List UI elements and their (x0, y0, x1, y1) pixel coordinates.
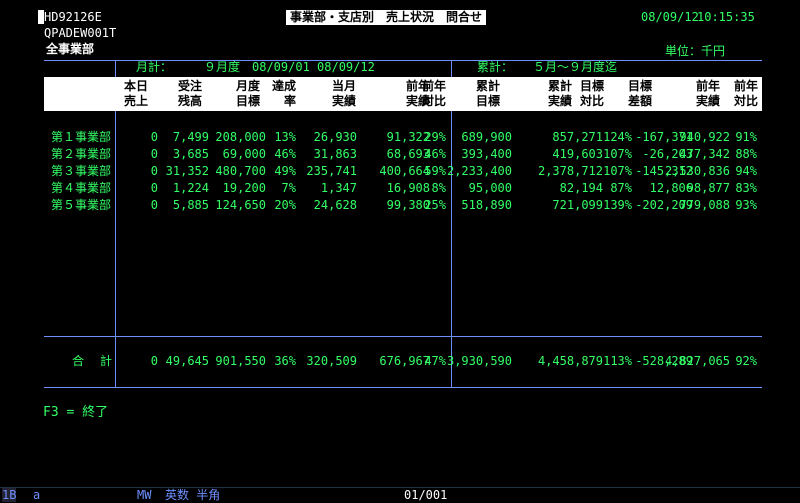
frame-top-line (44, 60, 762, 61)
col-header-month-actual-1: 当月 (331, 79, 356, 93)
current-time: 10:15:35 (697, 10, 755, 24)
total-row-cell: 92% (735, 354, 757, 368)
total-row-cell: 3,930,590 (446, 354, 512, 368)
col-header-month-target-1: 月度 (235, 79, 260, 93)
col-header-backlog-1: 受注 (177, 79, 202, 93)
col-header-cum-target-1: 累計 (475, 79, 500, 93)
col-header-target-diff-1: 目標 (627, 79, 652, 93)
table-row-cell: 689,900 (461, 130, 512, 144)
col-header-prev-cum-ratio-1: 前年 (733, 79, 758, 93)
table-row-cell: 94% (735, 164, 757, 178)
total-row-cell: 320,509 (306, 354, 357, 368)
scope-label: 全事業部 (46, 42, 95, 56)
col-header-prev-cum-actual-1: 前年 (695, 79, 720, 93)
status-page: 01/001 (404, 488, 448, 502)
col-header-prev-cum-ratio-2: 対比 (733, 94, 758, 108)
col-header-backlog-2: 残高 (177, 94, 202, 108)
table-row-cell: 518,890 (461, 198, 512, 212)
col-header-cum-actual-1: 累計 (547, 79, 572, 93)
table-row-cell: 1,347 (320, 181, 357, 195)
table-row-cell: 93% (735, 198, 757, 212)
col-header-cum-actual-2: 実績 (547, 94, 572, 108)
table-row-cell: 88% (735, 147, 757, 161)
cumulative-label: 累計： (477, 60, 514, 74)
col-header-today-sales-1: 本日 (123, 79, 148, 93)
unit-label: 単位：千円 (665, 44, 726, 58)
current-date: 08/09/12 (641, 10, 699, 24)
frame-bottom-line (44, 387, 762, 388)
table-row-cell: 235,741 (306, 164, 357, 178)
table-row-cell: 31,863 (313, 147, 357, 161)
fkey-hint[interactable]: F3 = 終了 (43, 406, 108, 420)
column-header-band: 本日 売上 受注 残高 月度 目標 達成 率 当月 実績 前年 実績 前年 対比… (44, 77, 762, 111)
cumulative-period: ５月～９月度迄 (533, 60, 618, 74)
page-title: 事業部・支店別 売上状況 問合せ (286, 10, 487, 25)
program-id: QPADEW001T (44, 26, 117, 40)
status-bar: 1B a MW 英数 半角 01/001 (0, 487, 800, 503)
table-row-cell: 393,400 (461, 147, 512, 161)
col-header-prev-ratio-2: 対比 (421, 94, 446, 108)
table-row-cell: 83% (735, 181, 757, 195)
col-header-target-diff-2: 差額 (627, 94, 652, 108)
screen-id: HD92126E (44, 10, 102, 24)
status-left: 1B (2, 488, 17, 502)
monthly-period: ９月度 08/09/01 08/09/12 (204, 60, 375, 74)
col-header-month-target-2: 目標 (235, 94, 260, 108)
table-row-cell: 95,000 (468, 181, 512, 195)
status-ime: 英数 半角 (165, 488, 221, 502)
monthly-label: 月計： (136, 60, 173, 74)
col-header-cum-target-2: 目標 (475, 94, 500, 108)
col-header-target-ratio-2: 対比 (579, 94, 604, 108)
total-separator-line (44, 336, 762, 337)
table-row-cell: 26,930 (313, 130, 357, 144)
col-header-month-actual-2: 実績 (331, 94, 356, 108)
table-row-cell: 2,233,400 (446, 164, 512, 178)
col-header-today-sales-2: 売上 (123, 94, 148, 108)
status-mode: a (33, 488, 41, 502)
table-row-cell: 24,628 (313, 198, 357, 212)
col-header-achievement-2: 率 (283, 94, 296, 108)
col-header-prev-ratio-1: 前年 (421, 79, 446, 93)
status-mw: MW (137, 488, 152, 502)
col-header-target-ratio-1: 目標 (579, 79, 604, 93)
col-header-prev-cum-actual-2: 実績 (695, 94, 720, 108)
col-header-achievement-1: 達成 (271, 79, 296, 93)
table-row-cell: 91% (735, 130, 757, 144)
